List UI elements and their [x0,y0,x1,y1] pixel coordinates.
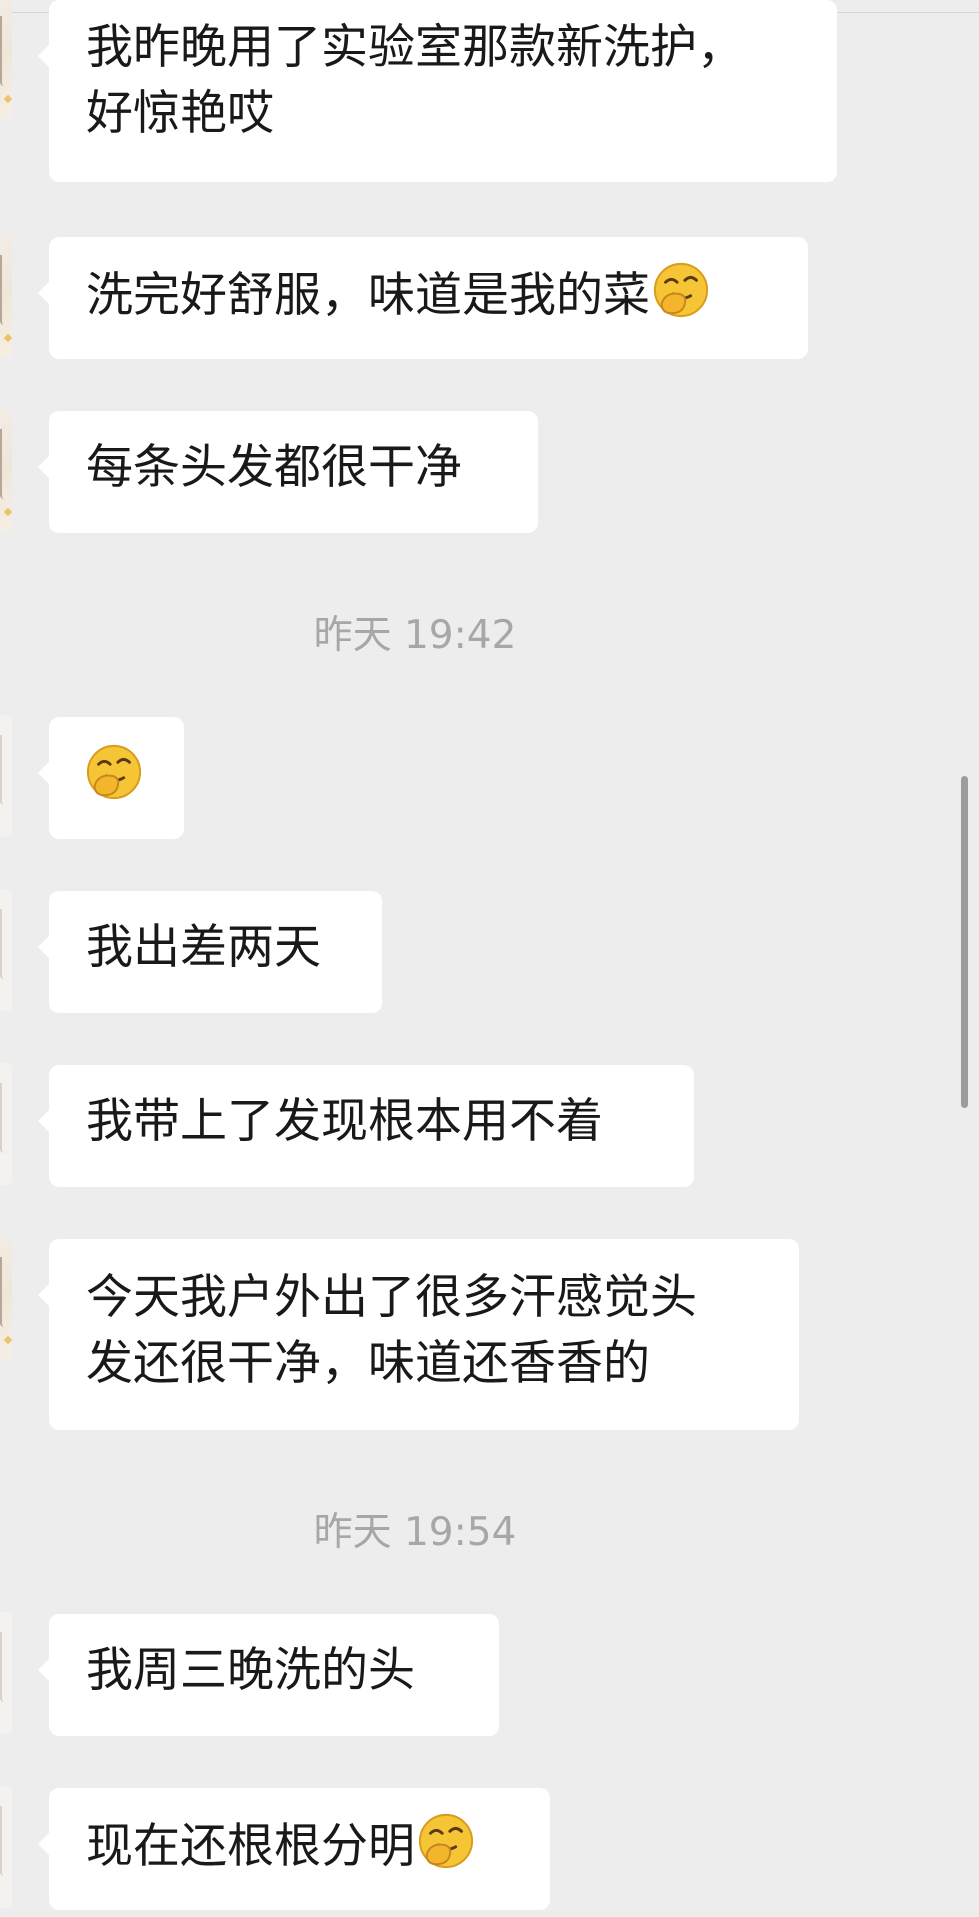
message-bubble[interactable]: 每条头发都很干净 [38,411,538,533]
message-bubble[interactable]: 我周三晚洗的头 [38,1614,499,1736]
message-bubble[interactable]: 我出差两天 [38,891,382,1013]
message-bubble[interactable]: 我带上了发现根本用不着 [38,1065,694,1187]
timestamp: 昨天 19:54 [313,1510,517,1555]
message-text: 每条头发都很干净 [86,440,462,495]
contact-avatar[interactable] [0,409,12,531]
message-text-line: 好惊艳哎 [86,86,274,141]
message-text-line: 今天我户外出了很多汗感觉头 [86,1270,697,1325]
message-bubble[interactable]: 今天我户外出了很多汗感觉头 发还很干净，味道还香香的 [38,1239,799,1430]
message-text: 我带上了发现根本用不着 [86,1094,603,1149]
message-text-line: 我昨晚用了实验室那款新洗护， [86,20,744,75]
chat-message-list[interactable]: 我昨晚用了实验室那款新洗护， 好惊艳哎 洗完好舒服，味道是我的菜 每条头发都很干… [0,0,979,1917]
contact-avatar[interactable] [0,1237,12,1359]
contact-avatar[interactable] [0,715,12,837]
message-text: 我出差两天 [86,920,321,975]
message-text: 我周三晚洗的头 [86,1643,415,1698]
shy-smile-emoji-icon [86,744,142,800]
contact-avatar[interactable] [0,1612,12,1734]
contact-avatar[interactable] [0,1786,12,1908]
timestamp: 昨天 19:42 [313,613,517,658]
message-bubble[interactable]: 现在还根根分明 [38,1788,550,1910]
scrollbar-thumb[interactable] [961,776,968,1108]
message-text: 现在还根根分明 [86,1819,415,1874]
message-text: 洗完好舒服，味道是我的菜 [86,268,650,323]
contact-avatar[interactable] [0,0,12,118]
message-bubble[interactable] [38,717,184,839]
contact-avatar[interactable] [0,235,12,357]
shy-smile-emoji-icon [653,262,709,318]
contact-avatar[interactable] [0,889,12,1011]
message-bubble[interactable]: 我昨晚用了实验室那款新洗护， 好惊艳哎 [38,0,837,182]
message-text-line: 发还很干净，味道还香香的 [86,1336,650,1391]
shy-smile-emoji-icon [418,1813,474,1869]
contact-avatar[interactable] [0,1063,12,1185]
message-bubble[interactable]: 洗完好舒服，味道是我的菜 [38,237,808,359]
